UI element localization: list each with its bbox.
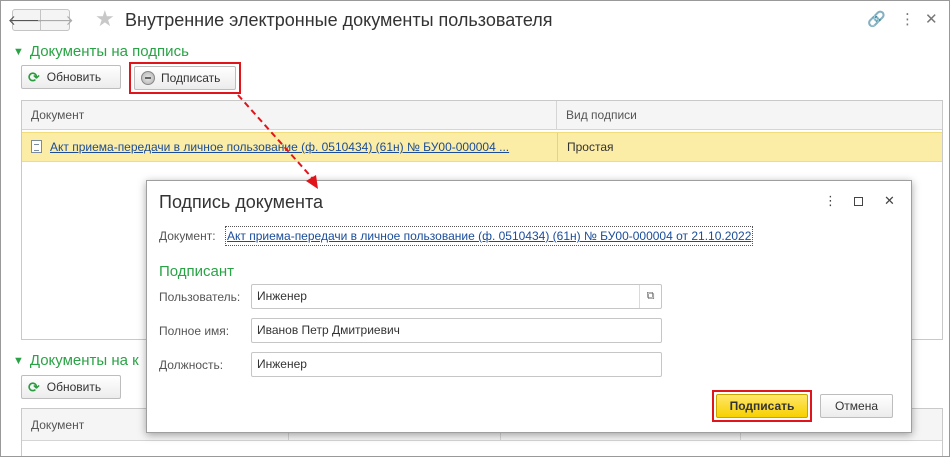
- signer-section-title: Подписант: [159, 263, 235, 280]
- group-title: Документы на подпись: [29, 43, 189, 60]
- user-label: Пользователь:: [159, 290, 241, 304]
- refresh-button[interactable]: ⟳ Обновить: [21, 65, 121, 89]
- column-header-signature-type[interactable]: Вид подписи: [557, 101, 942, 130]
- close-icon[interactable]: ✕: [925, 11, 938, 29]
- fullname-value: Иванов Петр Дмитриевич: [257, 323, 400, 337]
- refresh-label: Обновить: [46, 70, 102, 84]
- fullname-field[interactable]: Иванов Петр Дмитриевич: [251, 318, 662, 343]
- user-field[interactable]: Инженер ⧉: [251, 284, 662, 309]
- refresh-icon: ⟳: [28, 68, 40, 85]
- document-icon: [31, 140, 42, 153]
- link-icon[interactable]: 🔗: [867, 11, 886, 29]
- document-link-frame[interactable]: Акт приема-передачи в личное пользование…: [225, 226, 754, 246]
- sign-document-dialog: Подпись документа ⋮ ✕ Документ: Акт прие…: [146, 180, 912, 433]
- chevron-down-icon: ▼: [13, 354, 24, 367]
- open-icon[interactable]: ⧉: [639, 285, 661, 308]
- cell-signature-type: Простая: [557, 133, 942, 161]
- maximize-icon[interactable]: [854, 194, 863, 210]
- cell-document: Акт приема-передачи в личное пользование…: [22, 133, 557, 161]
- refresh-label: Обновить: [46, 380, 102, 394]
- dialog-title: Подпись документа: [159, 192, 324, 212]
- more-menu-icon[interactable]: ⋮: [824, 193, 837, 209]
- window-title: Внутренние электронные документы пользов…: [125, 10, 553, 30]
- highlight-frame-sign-button: [129, 62, 241, 94]
- document-link[interactable]: Акт приема-передачи в личное пользование…: [50, 140, 509, 154]
- arrow-right-icon: 🡒: [36, 11, 74, 28]
- window-titlebar: 🡐 🡒 ★ Внутренние электронные документы п…: [1, 1, 949, 39]
- document-label: Документ:: [159, 229, 216, 243]
- table-row[interactable]: Акт приема-передачи в личное пользование…: [22, 132, 942, 162]
- chevron-down-icon: ▼: [13, 45, 24, 58]
- position-value: Инженер: [257, 357, 307, 371]
- dialog-document-link[interactable]: Акт приема-передачи в личное пользование…: [227, 229, 751, 243]
- column-header-document[interactable]: Документ: [22, 101, 557, 130]
- position-label: Должность:: [159, 358, 224, 372]
- fullname-label: Полное имя:: [159, 324, 230, 338]
- refresh-button-2[interactable]: ⟳ Обновить: [21, 375, 121, 399]
- group-header-documents-second[interactable]: ▼ Документы на к: [13, 352, 139, 369]
- grid-header: Документ Вид подписи: [22, 101, 942, 130]
- cancel-button[interactable]: Отмена: [820, 394, 893, 418]
- more-menu-icon[interactable]: ⋮: [900, 11, 915, 29]
- highlight-frame-dialog-sign: [712, 390, 812, 422]
- refresh-icon: ⟳: [28, 378, 40, 395]
- user-value: Инженер: [257, 289, 307, 303]
- position-field[interactable]: Инженер: [251, 352, 662, 377]
- group-header-documents-to-sign[interactable]: ▼ Документы на подпись: [13, 43, 189, 60]
- group-title: Документы на к: [29, 352, 139, 369]
- favorite-star-icon[interactable]: ★: [95, 7, 115, 31]
- close-icon[interactable]: ✕: [884, 193, 895, 209]
- forward-button[interactable]: 🡒: [36, 9, 74, 31]
